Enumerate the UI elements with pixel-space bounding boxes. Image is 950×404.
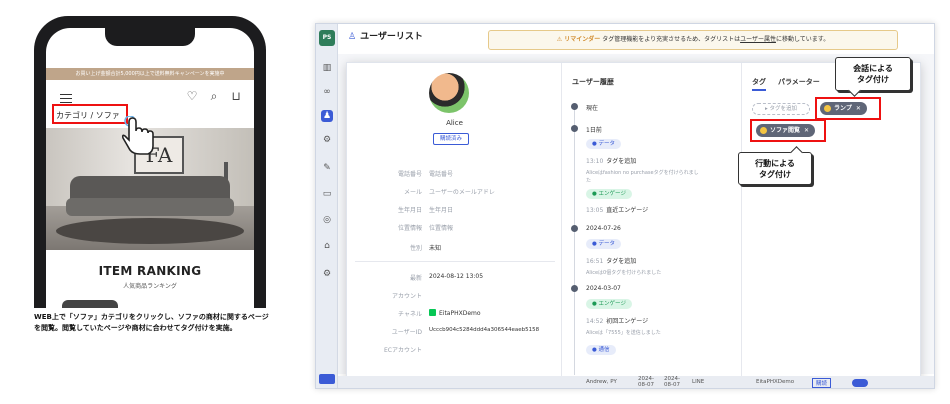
field-location: 位置情報 位置情報 [397, 225, 454, 232]
user-list-icon: ♙ [348, 32, 357, 42]
phone-mockup: お買い上げ金額合計5,000円以上で送料無料キャンペーンを実施中 ♡ ⌕ ⊔ カ… [34, 16, 266, 308]
menu-icon[interactable] [60, 94, 72, 103]
target-icon[interactable]: ◎ [321, 214, 333, 226]
event-desc-cont: た [586, 178, 592, 184]
ranking-title: ITEM RANKING [98, 264, 202, 278]
row-toggle[interactable] [852, 379, 868, 387]
timeline-line [574, 105, 575, 375]
breadcrumb-highlight [52, 104, 128, 124]
app-logo[interactable]: PS [319, 30, 335, 46]
phone-caption: WEB上で「ソファ」カテゴリをクリックし、ソファの商材に関するページを閲覧。閲覧… [34, 313, 269, 332]
phone-screen: お買い上げ金額合計5,000円以上で送料無料キャンペーンを実施中 ♡ ⌕ ⊔ カ… [46, 28, 254, 308]
ranking-button[interactable] [62, 300, 118, 308]
chip-engage: ● エンゲージ [586, 189, 632, 199]
sofa-seat [66, 198, 234, 216]
timeline-day1: 1日前 [586, 127, 602, 134]
profile-column: Alice 購読済み 電話番号 電話番号 メール ユーザーのメールアドレ 生年月日生… [347, 63, 562, 388]
reminder-banner: ⚠ リマインダー タグ管理機能をより充実させるため、タグリストはユーザー属性に移… [488, 30, 898, 50]
link-icon[interactable]: ∞ [321, 86, 333, 98]
timeline-dot [571, 285, 578, 292]
chip-engage: ● エンゲージ [586, 299, 632, 309]
field-email: メール ユーザーのメールアドレ [403, 189, 495, 196]
sofa-plinth [56, 218, 244, 244]
ranking-subtitle: 人気商品ランキング [123, 283, 177, 290]
tab-parameters[interactable]: パラメーター [778, 77, 820, 87]
user-attribute-link[interactable]: ユーザー属性 [740, 36, 776, 43]
field-gender: 性別 未知 [409, 245, 442, 252]
list-row-behind: Andrew, PY 2024- 08-07 2024- 08-07 LINE … [338, 376, 934, 388]
chat-icon[interactable]: ⌂ [321, 240, 333, 252]
row-date1: 2024- 08-07 [638, 376, 654, 388]
cart-icon[interactable]: ⊔ [230, 90, 242, 102]
left-rail: PS ▥ ∞ ♟ ⚙ ✎ ▭ ◎ ⌂ ⚙ [316, 24, 338, 388]
chart-icon[interactable]: ▥ [321, 62, 333, 74]
timeline-now: 現在 [586, 105, 599, 112]
add-tag-button[interactable]: ▸ タグを追加 [752, 103, 810, 115]
heart-icon[interactable]: ♡ [186, 90, 198, 102]
phone-notch [105, 28, 195, 46]
screenshot-root: お買い上げ金額合計5,000円以上で送料無料キャンペーンを実施中 ♡ ⌕ ⊔ カ… [0, 0, 950, 404]
chip-data: ● データ [586, 139, 622, 149]
event-first-engage: 14:52 初回エンゲージ [586, 318, 649, 325]
row-account: EitaPHXDemo [756, 379, 795, 385]
rail-bottom-button[interactable] [319, 374, 335, 384]
field-phone: 電話番号 電話番号 [397, 171, 454, 178]
avatar [429, 73, 469, 113]
page-title: ♙ ユーザーリスト [348, 32, 423, 42]
field-ec-account: ECアカウント [384, 347, 422, 354]
callout-talk-tagging: 会話による タグ付け [835, 57, 911, 91]
field-latest: 最新 2024-08-12 13:05 [409, 273, 484, 282]
line-icon [429, 309, 436, 316]
subscribed-badge: 購読済み [433, 133, 469, 145]
chip-data: ● データ [586, 239, 622, 249]
history-title: ユーザー履歴 [572, 78, 614, 86]
tags-column: タグ パラメーター ▸ タグを追加 ランプ ✕ ソファ閲覧 ✕ [742, 63, 922, 388]
header-icons: ♡ ⌕ ⊔ [186, 90, 242, 102]
field-birthday: 生年月日 生年月日 [397, 207, 454, 214]
message-icon[interactable]: ▭ [321, 188, 333, 200]
timeline-dot [571, 225, 578, 232]
event-tag-added: 13:10 タグを追加 [586, 158, 637, 165]
timeline-dot [571, 103, 578, 110]
timeline-dot [571, 125, 578, 132]
field-account: アカウント [391, 293, 422, 300]
action-tag-highlight [750, 119, 826, 142]
pointer-hand-icon [121, 116, 154, 155]
broadcast-icon[interactable]: ✎ [321, 162, 333, 174]
settings-icon[interactable]: ⚙ [321, 134, 333, 146]
row-date2: 2024- 08-07 [664, 376, 680, 388]
user-name: Alice [446, 119, 463, 127]
row-subscribe-badge: 購読 [812, 378, 832, 388]
row-user: Andrew, PY [586, 379, 617, 385]
history-column: ユーザー履歴 現在 1日前 ● データ 13:10 タグを追加 Aliceはfas… [562, 63, 742, 388]
event-tag-added-2: 16:51 タグを追加 [586, 258, 637, 265]
field-user-id: ユーザーID Ucccb904c5284ddd4a306544eaeb5158 [391, 327, 540, 336]
promo-bar: お買い上げ金額合計5,000円以上で送料無料キャンペーンを実施中 [46, 68, 254, 80]
profile-divider [355, 261, 555, 262]
timeline-date2: 2024-07-26 [586, 225, 621, 232]
reminder-label: ⚠ リマインダー [556, 36, 601, 43]
chip-push: ● 通信 [586, 345, 616, 355]
search-icon[interactable]: ⌕ [208, 90, 220, 102]
gear-icon[interactable]: ⚙ [321, 268, 333, 280]
event-desc: Aliceはfashion no purchaseタグを付けられまし [586, 170, 699, 176]
app-window: PS ▥ ∞ ♟ ⚙ ✎ ▭ ◎ ⌂ ⚙ ♙ ユーザーリスト ⚠ リマインダー タ… [315, 23, 935, 389]
timeline-date3: 2024-03-07 [586, 285, 621, 292]
event-desc-2: Aliceは0個タグを付けられました [586, 270, 662, 276]
event-desc-3: Aliceは「7555」を送信しました [586, 330, 661, 336]
tab-tags[interactable]: タグ [752, 77, 766, 91]
row-channel: LINE [692, 379, 705, 385]
talk-tag-highlight [815, 97, 881, 120]
callout-action-tagging: 行動による タグ付け [738, 152, 812, 185]
event-recent-engage: 13:05 直近エンゲージ [586, 207, 649, 214]
field-channel: チャネル EitaPHXDemo [398, 309, 481, 318]
users-icon[interactable]: ♟ [321, 110, 333, 122]
user-detail-modal: Alice 購読済み 電話番号 電話番号 メール ユーザーのメールアドレ 生年月日生… [346, 62, 922, 388]
